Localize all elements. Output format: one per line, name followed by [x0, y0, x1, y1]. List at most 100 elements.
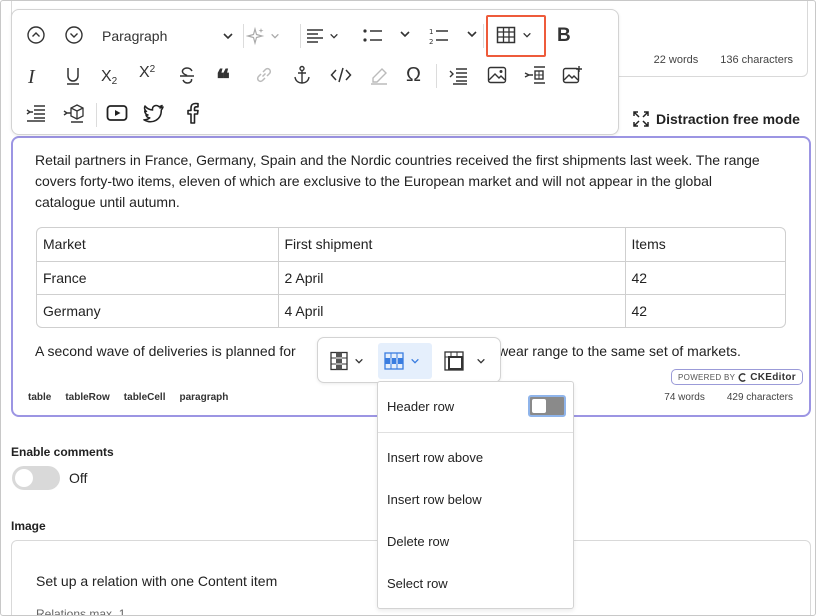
- enable-comments-toggle[interactable]: [12, 466, 60, 490]
- insert-row-below-item[interactable]: Insert row below: [387, 492, 482, 507]
- select-row-item[interactable]: Select row: [387, 576, 448, 591]
- merge-cells-button[interactable]: [438, 343, 492, 379]
- image-icon[interactable]: [487, 66, 507, 84]
- toolbar-separator: [483, 24, 484, 48]
- toggle-state-label: Off: [69, 470, 88, 486]
- table-cell[interactable]: 42: [625, 261, 785, 295]
- insert-paragraph-icon[interactable]: [448, 66, 468, 86]
- chevron-down-icon[interactable]: [399, 28, 411, 40]
- table-row: Germany 4 April 42: [37, 294, 785, 327]
- toolbar-separator: [300, 24, 301, 48]
- table-column-icon: [330, 351, 348, 371]
- table-context-toolbar: [317, 337, 501, 383]
- table-cell[interactable]: Germany: [37, 294, 279, 327]
- highlight-icon[interactable]: [369, 66, 389, 86]
- enable-comments-label: Enable comments: [11, 445, 114, 459]
- header-row-label[interactable]: Header row: [387, 399, 454, 414]
- ckeditor-logo-icon: [738, 372, 746, 382]
- header-row-toggle[interactable]: [528, 395, 566, 417]
- table-cell[interactable]: First shipment: [278, 228, 626, 262]
- blockquote-icon[interactable]: ❝: [216, 65, 230, 95]
- powered-by-brand: CKEditor: [750, 371, 796, 383]
- twitter-icon[interactable]: [143, 103, 165, 123]
- merge-cells-icon: [444, 351, 464, 371]
- heading-dropdown[interactable]: Paragraph: [100, 24, 236, 48]
- chevron-down-icon: [223, 33, 233, 40]
- table-row-button[interactable]: [378, 343, 432, 379]
- toggle-knob: [15, 469, 33, 487]
- anchor-icon[interactable]: [292, 65, 312, 85]
- word-count: 22 words: [653, 54, 699, 66]
- bold-icon[interactable]: B: [557, 25, 571, 47]
- character-count: 136 characters: [720, 54, 793, 66]
- insert-item-icon[interactable]: [63, 102, 85, 124]
- chevron-down-circle-icon[interactable]: [64, 25, 84, 45]
- replace-image-icon[interactable]: [562, 65, 584, 85]
- insert-row-above-item[interactable]: Insert row above: [387, 450, 483, 465]
- table-column-button[interactable]: [324, 343, 370, 379]
- strikethrough-icon[interactable]: [178, 66, 196, 86]
- table-row: France 2 April 42: [37, 261, 785, 295]
- menu-divider: [378, 432, 573, 433]
- distraction-free-button[interactable]: Distraction free mode: [633, 111, 800, 127]
- table-row: Market First shipment Items: [37, 228, 785, 262]
- expand-icon: [633, 111, 649, 127]
- table-cell[interactable]: 4 April: [278, 294, 626, 327]
- heading-dropdown-label: Paragraph: [102, 28, 168, 44]
- bulleted-list-icon[interactable]: [362, 26, 384, 46]
- ai-sparkle-icon[interactable]: [246, 26, 280, 46]
- image-label: Image: [11, 519, 46, 533]
- relation-title: Set up a relation with one Content item: [36, 573, 278, 589]
- word-count: 74 words: [664, 392, 705, 403]
- underline-icon[interactable]: [64, 66, 82, 86]
- editor-counts: 74 words 429 characters: [664, 392, 793, 403]
- element-path: table tableRow tableCell paragraph: [28, 392, 228, 403]
- path-item[interactable]: table: [28, 392, 51, 403]
- toolbar-separator: [243, 24, 244, 48]
- svg-text:1: 1: [429, 28, 433, 36]
- code-icon[interactable]: [330, 66, 352, 84]
- powered-by-badge[interactable]: POWERED BY CKEditor: [671, 369, 803, 385]
- table-row-dropdown: Header row Insert row above Insert row b…: [377, 381, 574, 609]
- subscript-icon[interactable]: X2: [101, 66, 117, 88]
- path-item[interactable]: tableCell: [124, 392, 166, 403]
- chevron-down-icon: [477, 358, 485, 364]
- paragraph-text-end: ootwear range to the same set of markets…: [478, 343, 741, 359]
- relation-limit: Relations max. 1: [36, 607, 126, 616]
- powered-by-label: POWERED BY: [678, 372, 736, 382]
- superscript-icon[interactable]: X2: [139, 64, 155, 82]
- table-cell[interactable]: 2 April: [278, 261, 626, 295]
- chevron-up-circle-icon[interactable]: [26, 25, 46, 45]
- toolbar-separator: [436, 64, 437, 88]
- indent-icon[interactable]: [26, 103, 46, 123]
- toggle-knob: [532, 399, 546, 413]
- special-characters-icon[interactable]: Ω: [406, 64, 421, 87]
- chevron-down-icon: [355, 358, 363, 364]
- table-cell[interactable]: France: [37, 261, 279, 295]
- page: 22 words 136 characters Paragraph 1 2 B …: [0, 0, 816, 616]
- youtube-icon[interactable]: [106, 103, 128, 123]
- delete-row-item[interactable]: Delete row: [387, 534, 449, 549]
- facebook-icon[interactable]: [184, 102, 200, 124]
- link-icon[interactable]: [255, 66, 273, 84]
- table-cell[interactable]: Market: [37, 228, 279, 262]
- numbered-list-icon[interactable]: 12: [428, 26, 450, 46]
- chevron-down-icon[interactable]: [466, 28, 478, 40]
- path-item[interactable]: tableRow: [65, 392, 109, 403]
- previous-field-counts: 22 words 136 characters: [654, 54, 793, 66]
- align-left-icon[interactable]: [305, 26, 339, 46]
- paragraph[interactable]: Retail partners in France, Germany, Spai…: [35, 150, 775, 213]
- insert-block-icon[interactable]: [524, 65, 546, 85]
- table-icon[interactable]: [496, 26, 532, 44]
- toolbar-separator: [96, 103, 97, 127]
- italic-icon[interactable]: I: [28, 66, 35, 89]
- table-cell[interactable]: 42: [625, 294, 785, 327]
- table-cell[interactable]: Items: [625, 228, 785, 262]
- editor-toolbar: Paragraph 12 B I X 2 X 2 ❝ Ω: [11, 9, 619, 135]
- svg-text:2: 2: [429, 38, 433, 46]
- distraction-free-label: Distraction free mode: [656, 111, 800, 127]
- path-item[interactable]: paragraph: [179, 392, 228, 403]
- paragraph-text-start: A second wave of deliveries is planned f…: [35, 343, 300, 359]
- table-row-icon: [384, 352, 404, 370]
- content-table[interactable]: Market First shipment Items France 2 Apr…: [36, 227, 786, 328]
